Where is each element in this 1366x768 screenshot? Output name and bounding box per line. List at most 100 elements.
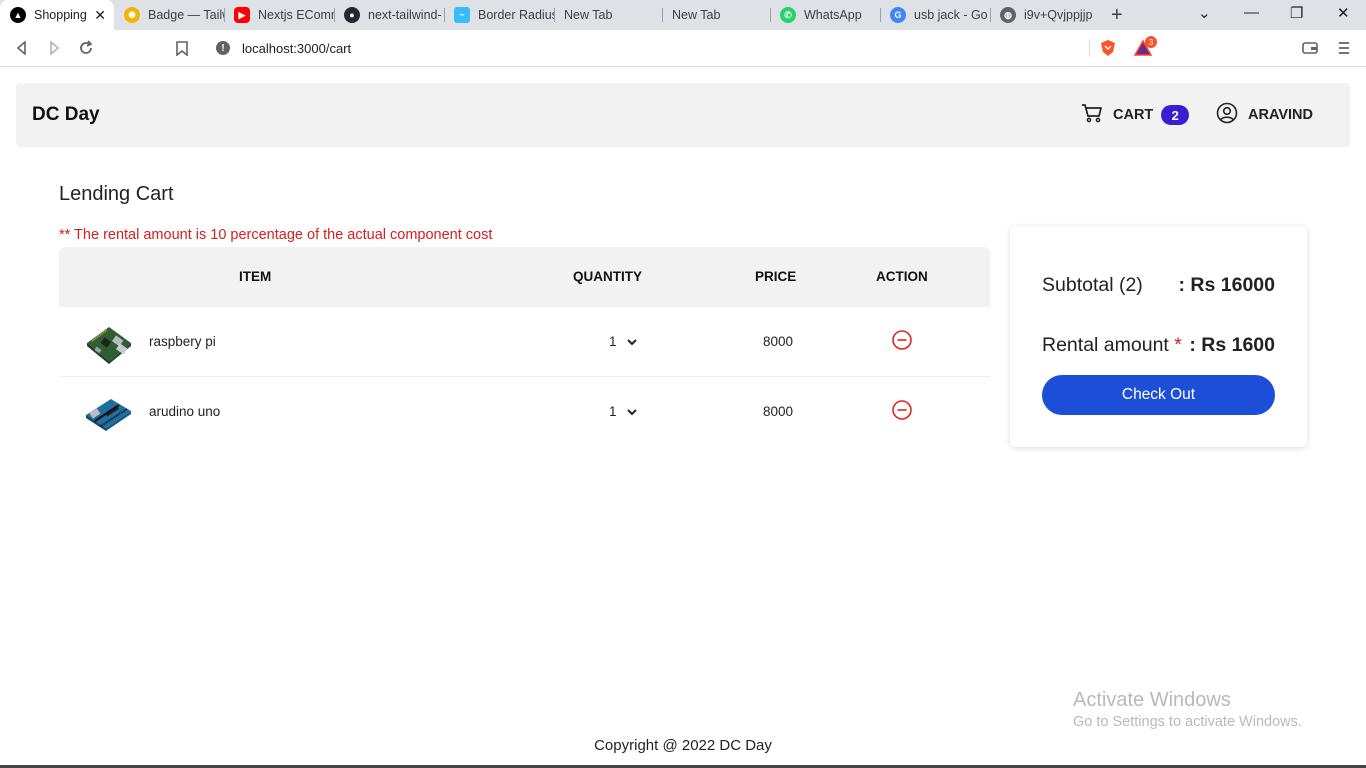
page-title: Lending Cart — [59, 183, 174, 205]
arduino-uno-image[interactable] — [83, 391, 133, 435]
product-price: 8000 — [762, 334, 793, 349]
minus-circle-icon — [892, 330, 912, 350]
tab-nextjs-ecomm[interactable]: ▶ Nextjs EComm — [224, 0, 334, 30]
restore-icon[interactable]: ❐ — [1290, 4, 1303, 22]
browser-tab-strip: ▲ Shopping ✕ ✺ Badge — Tailw ▶ Nextjs EC… — [0, 0, 1366, 30]
tab-divider — [554, 8, 555, 22]
remove-item-button[interactable] — [891, 329, 913, 351]
site-info-icon[interactable]: ! — [216, 41, 230, 55]
new-tab-button[interactable]: + — [1111, 4, 1123, 27]
activate-windows-title: Activate Windows — [1073, 689, 1231, 711]
globe-icon: ◍ — [1000, 7, 1016, 23]
rental-amount-row: Rental amount * : Rs 1600 — [1042, 334, 1275, 357]
tab-title: usb jack - Go — [914, 8, 988, 22]
brave-shields-icon[interactable] — [1098, 38, 1118, 58]
tab-title: Badge — Tailw — [148, 8, 224, 22]
browser-toolbar: ! localhost:3000/cart 3 — [0, 30, 1366, 67]
tab-google[interactable]: G usb jack - Go — [880, 0, 990, 30]
table-header: ITEM QUANTITY PRICE ACTION — [59, 247, 990, 307]
chevron-down-icon — [626, 404, 637, 419]
quantity-value: 1 — [609, 404, 617, 419]
tab-title: New Tab — [672, 8, 721, 22]
tab-title: Border Radius — [478, 8, 554, 22]
product-price: 8000 — [762, 404, 793, 419]
tab-divider — [334, 8, 335, 22]
tab-title: next-tailwind- — [368, 8, 442, 22]
tab-github[interactable]: ● next-tailwind- — [334, 0, 444, 30]
tailwind-icon: ~ — [454, 7, 470, 23]
quantity-select[interactable]: 1 — [609, 404, 637, 419]
back-icon[interactable] — [12, 38, 32, 58]
sun-icon: ✺ — [124, 7, 140, 23]
app-navbar: DC Day CART 2 ARAVIND — [16, 83, 1350, 147]
header-quantity: QUANTITY — [573, 269, 642, 284]
tab-divider — [224, 8, 225, 22]
tab-title: i9v+Qvjppjjp — [1024, 8, 1093, 22]
cart-icon — [1081, 103, 1103, 128]
tab-title: Shopping — [34, 8, 87, 22]
close-tab-icon[interactable]: ✕ — [94, 7, 106, 24]
rental-value: : Rs 1600 — [1189, 334, 1275, 356]
bookmark-icon[interactable] — [172, 38, 192, 58]
tab-title: Nextjs EComm — [258, 8, 334, 22]
address-bar[interactable]: ! localhost:3000/cart — [206, 35, 1090, 61]
product-name[interactable]: raspbery pi — [149, 334, 216, 349]
tab-whatsapp[interactable]: ✆ WhatsApp — [770, 0, 880, 30]
tab-divider — [444, 8, 445, 22]
quantity-select[interactable]: 1 — [609, 334, 637, 349]
subtotal-label: Subtotal (2) — [1042, 274, 1143, 296]
youtube-icon: ▶ — [234, 7, 250, 23]
table-row: arudino uno 1 8000 — [59, 377, 990, 447]
user-circle-icon — [1216, 102, 1238, 129]
tab-new-tab-2[interactable]: New Tab — [662, 0, 770, 30]
quantity-value: 1 — [609, 334, 617, 349]
product-name[interactable]: arudino uno — [149, 404, 220, 419]
forward-icon[interactable] — [44, 38, 64, 58]
remove-item-button[interactable] — [891, 399, 913, 421]
whatsapp-icon: ✆ — [780, 7, 796, 23]
tab-border-radius[interactable]: ~ Border Radius — [444, 0, 554, 30]
tab-search-icon[interactable]: ⌄ — [1198, 4, 1211, 22]
subtotal-value: : Rs 16000 — [1178, 274, 1275, 296]
rental-label-group: Rental amount * — [1042, 334, 1182, 357]
cart-link[interactable]: CART 2 — [1081, 103, 1190, 128]
tab-badge[interactable]: ✺ Badge — Tailw — [114, 0, 224, 30]
tab-divider — [770, 8, 771, 22]
raspberry-pi-image[interactable] — [83, 321, 133, 365]
header-action: ACTION — [876, 269, 928, 284]
required-asterisk: * — [1174, 334, 1182, 356]
nextjs-icon: ▲ — [10, 7, 26, 23]
brave-rewards-icon[interactable]: 3 — [1133, 36, 1157, 58]
rental-note: ** The rental amount is 10 percentage of… — [59, 227, 493, 243]
address-divider — [1089, 39, 1090, 57]
wallet-icon[interactable] — [1300, 38, 1320, 58]
header-item: ITEM — [239, 269, 272, 284]
table-row: raspbery pi 1 8000 — [59, 307, 990, 377]
reload-icon[interactable] — [76, 38, 96, 58]
tab-title: New Tab — [564, 8, 613, 22]
google-icon: G — [890, 7, 906, 23]
tab-divider — [880, 8, 881, 22]
tab-divider — [662, 8, 663, 22]
menu-icon[interactable] — [1334, 38, 1354, 58]
tab-divider — [990, 8, 991, 22]
close-window-icon[interactable]: ✕ — [1337, 4, 1350, 22]
footer-copyright: Copyright @ 2022 DC Day — [594, 737, 772, 754]
cart-table: ITEM QUANTITY PRICE ACTION raspbery pi 1 — [59, 247, 990, 447]
brand-logo[interactable]: DC Day — [32, 104, 100, 126]
github-icon: ● — [344, 7, 360, 23]
tab-title: WhatsApp — [804, 8, 862, 22]
chevron-down-icon — [626, 334, 637, 349]
cart-count-badge: 2 — [1161, 105, 1190, 125]
rewards-count-badge: 3 — [1145, 36, 1157, 48]
minus-circle-icon — [892, 400, 912, 420]
checkout-button[interactable]: Check Out — [1042, 375, 1275, 415]
tab-new-tab-1[interactable]: New Tab — [554, 0, 662, 30]
user-menu[interactable]: ARAVIND — [1216, 102, 1313, 129]
cart-label: CART — [1113, 107, 1154, 123]
rental-label: Rental amount — [1042, 334, 1169, 356]
tab-shopping[interactable]: ▲ Shopping ✕ — [0, 0, 114, 30]
tab-globe[interactable]: ◍ i9v+Qvjppjjp — [990, 0, 1098, 30]
minimize-icon[interactable]: — — [1244, 4, 1259, 21]
order-summary-card: Subtotal (2) : Rs 16000 Rental amount * … — [1010, 226, 1307, 447]
